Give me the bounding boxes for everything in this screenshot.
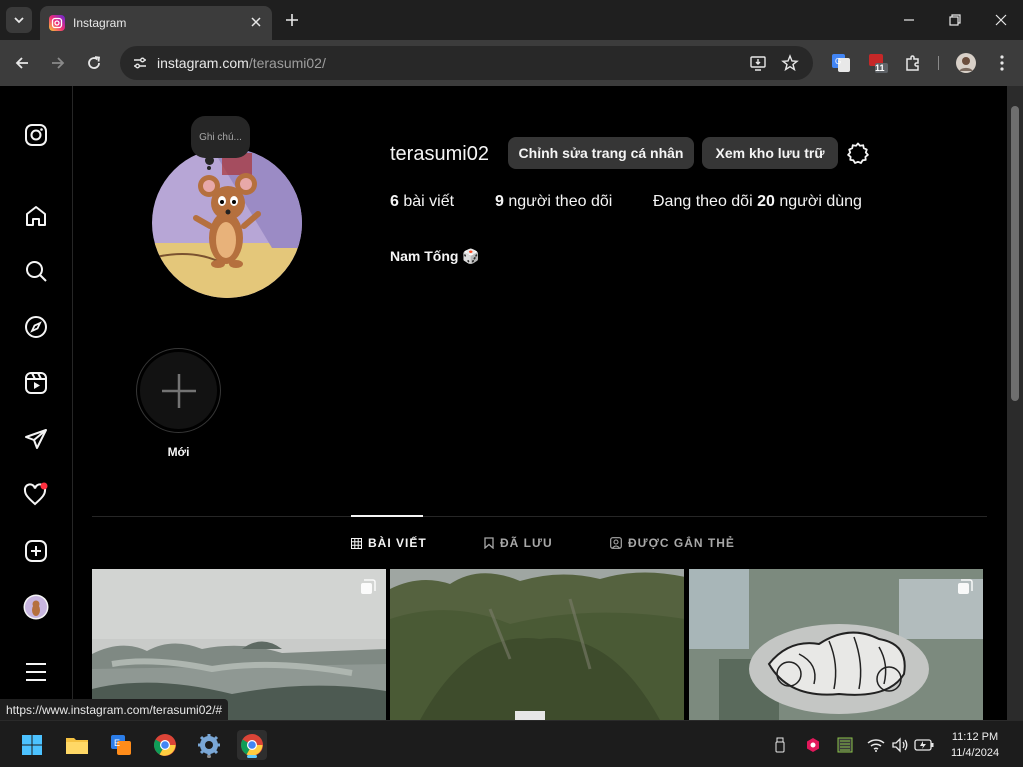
- forward-arrow-icon[interactable]: [45, 50, 71, 76]
- edit-profile-button[interactable]: Chỉnh sửa trang cá nhân: [508, 137, 694, 169]
- tab-strip: Instagram: [0, 0, 1023, 40]
- new-tab-plus-icon[interactable]: [282, 10, 302, 30]
- back-arrow-icon[interactable]: [9, 50, 35, 76]
- note-bubble-tail-small: [207, 166, 211, 170]
- system-clock[interactable]: 11:12 PM 11/4/2024: [940, 729, 1010, 761]
- page-scrollbar[interactable]: [1007, 86, 1023, 720]
- extension-badge-count: 11: [875, 63, 885, 73]
- more-menu-icon[interactable]: [22, 658, 50, 686]
- profile-full-name: Nam Tống 🎲: [390, 248, 480, 264]
- settings-gear-icon[interactable]: [845, 141, 871, 167]
- reels-icon[interactable]: [22, 369, 50, 397]
- new-highlight-button[interactable]: [136, 348, 221, 433]
- search-icon[interactable]: [22, 257, 50, 285]
- windows-taskbar: E 11:12 PM 11/4/2024: [0, 720, 1023, 767]
- instagram-page: Ghi chú... terasumi02 Chỉnh sửa trang cá…: [0, 86, 1007, 720]
- wifi-icon[interactable]: [866, 735, 886, 755]
- profile-avatar[interactable]: [22, 593, 50, 621]
- new-highlight-label: Mới: [167, 445, 190, 459]
- posts-count[interactable]: 6 bài viết: [390, 193, 454, 211]
- security-app-icon[interactable]: [803, 735, 823, 755]
- multiple-photos-icon: [958, 579, 973, 594]
- chrome-active-icon[interactable]: [237, 730, 267, 760]
- site-info-icon[interactable]: [128, 51, 152, 75]
- followers-count[interactable]: 9 người theo dõi: [495, 193, 612, 211]
- tab-tagged[interactable]: ĐƯỢC GẮN THẺ: [610, 536, 735, 550]
- profile-username: terasumi02: [390, 143, 489, 165]
- chevron-down-icon: [14, 17, 24, 24]
- explore-icon[interactable]: [22, 313, 50, 341]
- view-archive-button[interactable]: Xem kho lưu trữ: [702, 137, 838, 169]
- note-bubble[interactable]: Ghi chú...: [191, 116, 250, 158]
- messages-icon[interactable]: [22, 425, 50, 453]
- home-icon[interactable]: [22, 202, 50, 230]
- url-text: instagram.com/terasumi02/: [157, 55, 326, 71]
- minimize-icon[interactable]: [886, 6, 932, 34]
- running-indicator: [207, 755, 211, 758]
- app-icon[interactable]: E: [106, 730, 136, 760]
- clock-date: 11/4/2024: [950, 747, 1000, 759]
- address-bar[interactable]: instagram.com/terasumi02/: [120, 46, 813, 80]
- bookmark-star-icon[interactable]: [778, 51, 802, 75]
- install-app-icon[interactable]: [746, 51, 770, 75]
- bookmark-icon: [484, 537, 494, 549]
- multiple-photos-icon: [361, 579, 376, 594]
- browser-window: Instagram instagram.com/terasumi02/ G 11…: [0, 0, 1023, 767]
- instagram-favicon-icon: [49, 15, 65, 31]
- file-explorer-icon[interactable]: [62, 730, 92, 760]
- tagged-user-icon: [610, 537, 622, 549]
- browser-toolbar: instagram.com/terasumi02/ G 11: [0, 40, 1023, 86]
- scrollbar-thumb[interactable]: [1011, 106, 1019, 401]
- note-bubble-tail: [205, 156, 214, 165]
- plus-icon: [161, 373, 196, 408]
- profile-tabs-divider: [92, 516, 987, 517]
- post-thumbnail[interactable]: [689, 569, 983, 720]
- chrome-icon[interactable]: [150, 730, 180, 760]
- notification-dot: [40, 482, 48, 490]
- close-window-icon[interactable]: [978, 6, 1023, 34]
- tab-posts[interactable]: BÀI VIẾT: [351, 536, 427, 550]
- clock-time: 11:12 PM: [951, 731, 999, 743]
- tab-close-icon[interactable]: [248, 14, 264, 30]
- tab-saved[interactable]: ĐÃ LƯU: [484, 536, 553, 550]
- battery-icon[interactable]: [914, 735, 934, 755]
- toolbar-divider: [938, 56, 939, 70]
- post-thumbnail[interactable]: [92, 569, 386, 720]
- grid-icon: [351, 537, 362, 549]
- svg-text:E: E: [114, 738, 120, 748]
- tab-title: Instagram: [73, 16, 127, 30]
- post-thumbnail[interactable]: [390, 569, 684, 720]
- notifications-icon[interactable]: [22, 481, 50, 509]
- instagram-logo-icon[interactable]: [22, 121, 50, 149]
- reload-icon[interactable]: [81, 50, 107, 76]
- tab-search-button[interactable]: [6, 7, 32, 33]
- usb-icon[interactable]: [770, 735, 790, 755]
- browser-tab[interactable]: Instagram: [40, 6, 272, 40]
- browser-menu-icon[interactable]: [990, 51, 1014, 75]
- side-navigation: [0, 86, 73, 720]
- svg-text:G: G: [835, 57, 841, 66]
- monitor-app-icon[interactable]: [835, 735, 855, 755]
- restore-icon[interactable]: [932, 6, 978, 34]
- create-icon[interactable]: [22, 537, 50, 565]
- google-translate-icon[interactable]: G: [829, 51, 853, 75]
- profile-picture[interactable]: [152, 148, 302, 298]
- active-indicator: [247, 755, 257, 758]
- volume-icon[interactable]: [890, 735, 910, 755]
- windows-start-icon[interactable]: [17, 730, 47, 760]
- extension-badge-icon[interactable]: 11: [866, 51, 890, 75]
- browser-profile-avatar[interactable]: [954, 51, 978, 75]
- settings-app-icon[interactable]: [194, 730, 224, 760]
- following-count[interactable]: Đang theo dõi 20 người dùng: [653, 193, 862, 211]
- active-tab-indicator: [351, 515, 423, 517]
- status-bar-url: https://www.instagram.com/terasumi02/#: [0, 699, 229, 720]
- extensions-puzzle-icon[interactable]: [901, 51, 925, 75]
